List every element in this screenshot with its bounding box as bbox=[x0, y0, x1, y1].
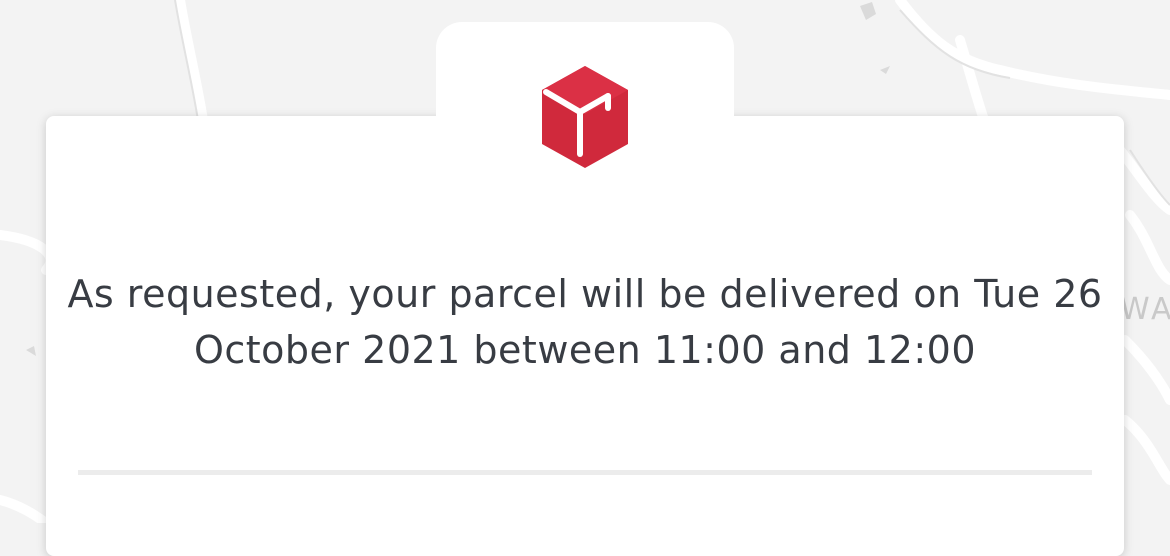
map-road-label: WA bbox=[1120, 292, 1170, 327]
section-divider bbox=[78, 470, 1092, 475]
delivery-message: As requested, your parcel will be delive… bbox=[67, 272, 1103, 372]
parcel-box-icon bbox=[542, 66, 628, 168]
